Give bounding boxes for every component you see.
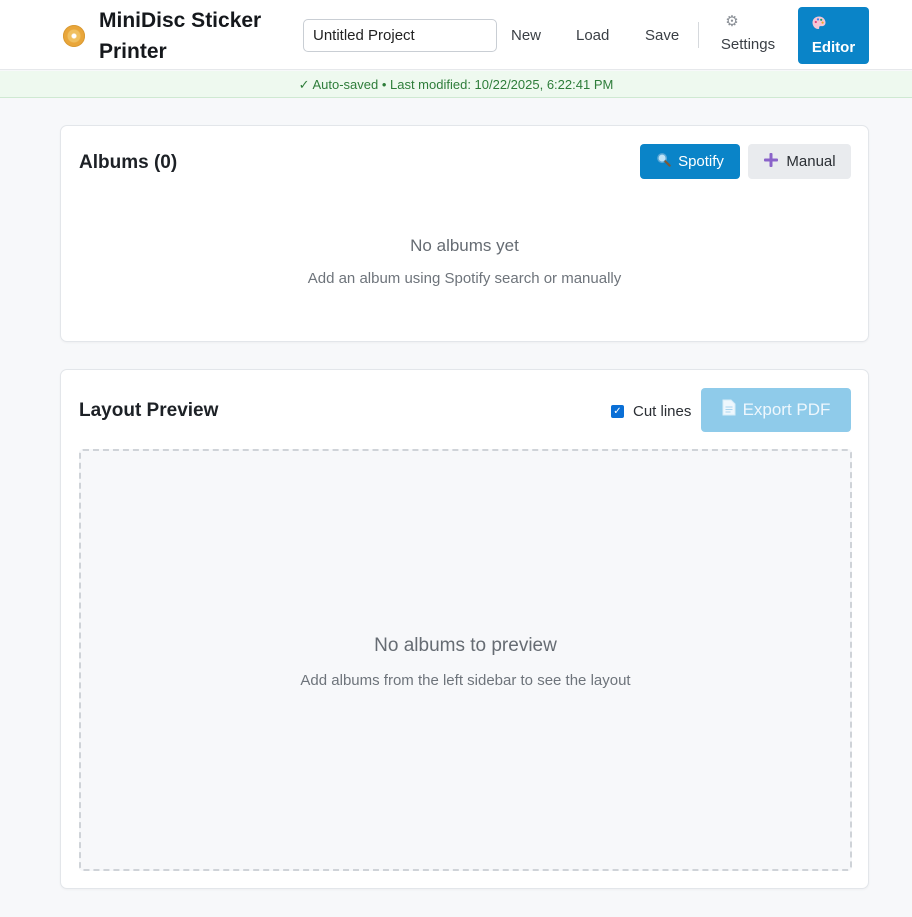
layout-preview-panel: Layout Preview ✓ Cut lines Export PDF No…: [60, 369, 869, 889]
preview-empty-title: No albums to preview: [374, 635, 557, 656]
layout-preview-area: No albums to preview Add albums from the…: [79, 449, 852, 871]
plus-icon: [763, 152, 779, 172]
albums-panel: Albums (0) Spotify Manual No albums yet …: [60, 125, 869, 342]
load-button[interactable]: Load: [576, 22, 609, 50]
manual-add-button[interactable]: Manual: [748, 144, 851, 179]
settings-label: Settings: [720, 36, 776, 53]
search-icon: [656, 152, 671, 171]
autosave-status: ✓ Auto-saved • Last modified: 10/22/2025…: [0, 71, 912, 98]
spotify-button[interactable]: Spotify: [640, 144, 740, 179]
spotify-label: Spotify: [678, 153, 724, 170]
albums-title: Albums (0): [79, 152, 178, 173]
minidisc-icon: [63, 25, 85, 47]
manual-label: Manual: [786, 153, 836, 170]
save-button[interactable]: Save: [645, 22, 679, 50]
cut-lines-toggle[interactable]: ✓ Cut lines: [611, 401, 691, 421]
app-header: MiniDisc Sticker Printer New Load Save ⚙…: [0, 0, 912, 70]
albums-empty-subtitle: Add an album using Spotify search or man…: [307, 270, 622, 287]
preview-empty-subtitle: Add albums from the left sidebar to see …: [300, 672, 631, 689]
export-pdf-label: Export PDF: [742, 400, 831, 419]
document-icon: [722, 399, 736, 421]
layout-preview-title: Layout Preview: [79, 400, 219, 421]
editor-button[interactable]: Editor: [798, 7, 869, 64]
cut-lines-checkbox[interactable]: ✓: [611, 404, 624, 418]
export-pdf-button[interactable]: Export PDF: [701, 388, 851, 432]
editor-label: Editor: [811, 39, 856, 56]
cut-lines-label: Cut lines: [633, 402, 692, 420]
palette-icon: [768, 15, 869, 35]
project-name-input[interactable]: [303, 19, 497, 52]
albums-empty-title: No albums yet: [410, 236, 519, 255]
new-button[interactable]: New: [511, 22, 541, 50]
app-title: MiniDisc Sticker Printer: [99, 9, 262, 63]
